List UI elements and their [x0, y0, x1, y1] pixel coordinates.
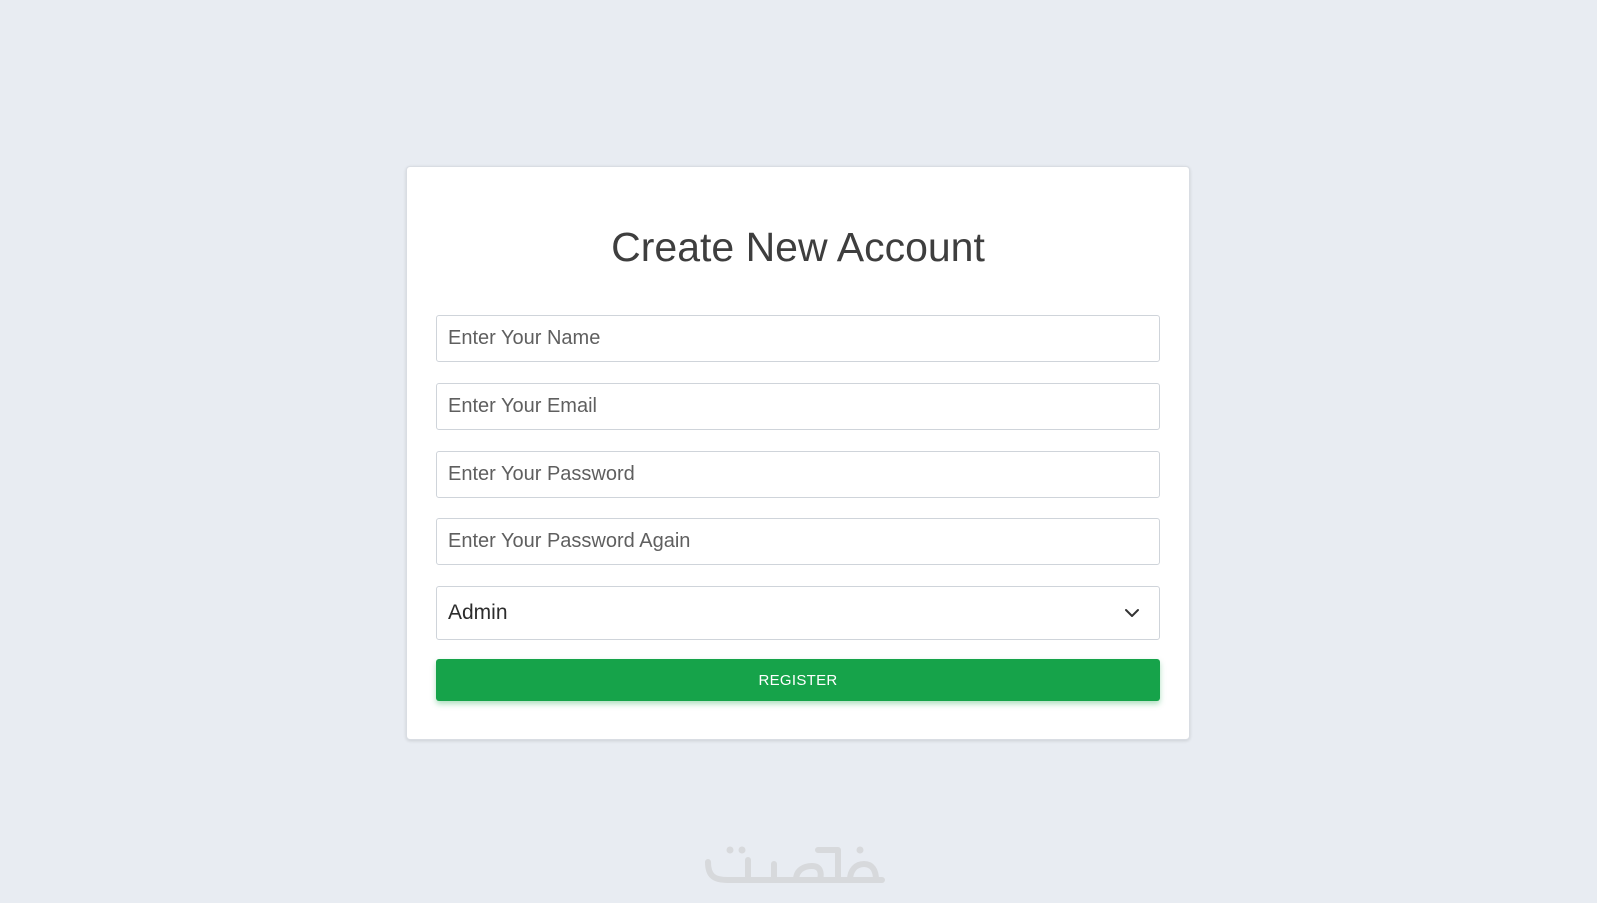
role-select[interactable]: Admin — [436, 586, 1160, 640]
password-confirm-input[interactable] — [436, 518, 1160, 565]
password-input[interactable] — [436, 451, 1160, 498]
chevron-down-icon — [1125, 609, 1139, 617]
khamsat-logo-icon — [705, 846, 885, 883]
role-select-value: Admin — [448, 601, 508, 624]
name-input[interactable] — [436, 315, 1160, 362]
register-card: Create New Account Admin REGISTER — [406, 166, 1190, 740]
page-title: Create New Account — [611, 224, 985, 270]
email-input[interactable] — [436, 383, 1160, 430]
register-button[interactable]: REGISTER — [436, 659, 1160, 701]
